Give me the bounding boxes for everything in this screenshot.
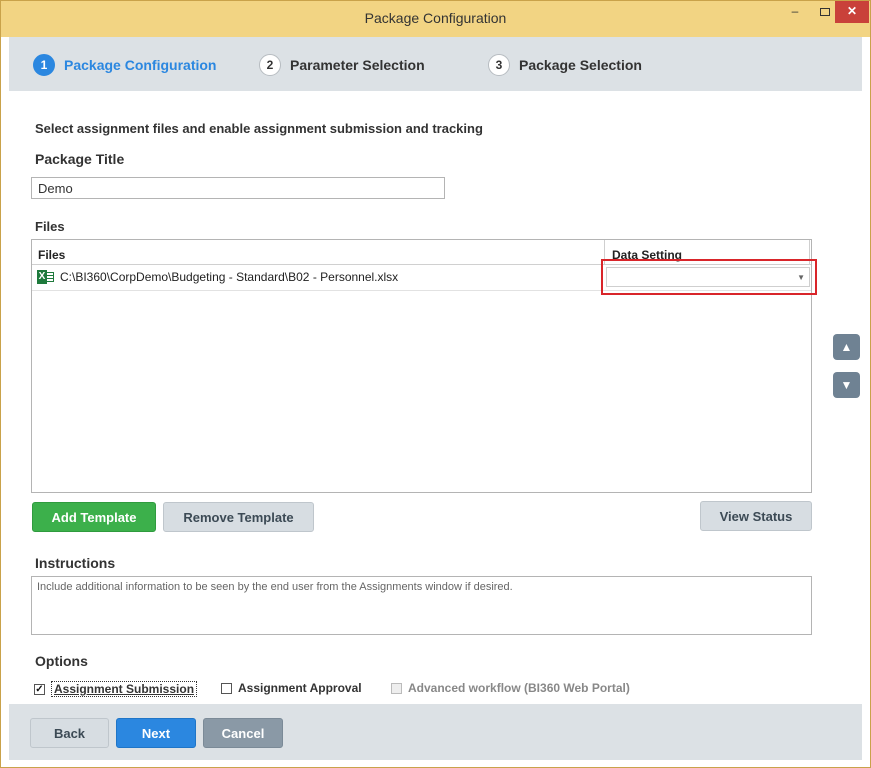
next-button[interactable]: Next [116, 718, 196, 748]
checkbox-unchecked[interactable] [221, 682, 232, 694]
checkbox-checked[interactable]: ✓ [34, 683, 45, 695]
option-assignment-submission[interactable]: ✓ Assignment Submission [34, 681, 198, 697]
option-label: Assignment Approval [238, 681, 362, 695]
step-number-badge: 1 [33, 54, 55, 76]
excel-icon: X [37, 270, 54, 284]
minimize-icon: – [791, 4, 799, 18]
arrow-down-icon: ▼ [840, 378, 853, 392]
add-template-button[interactable]: Add Template [32, 502, 156, 532]
back-button[interactable]: Back [30, 718, 109, 748]
package-title-input[interactable] [31, 177, 445, 199]
title-bar[interactable]: Package Configuration – ✕ [1, 1, 870, 37]
move-up-button[interactable]: ▲ [833, 334, 860, 360]
step-parameter-selection[interactable]: 2 Parameter Selection [259, 54, 425, 76]
close-button[interactable]: ✕ [835, 1, 869, 23]
step-package-selection[interactable]: 3 Package Selection [488, 54, 642, 76]
column-header-files[interactable]: Files [38, 248, 65, 262]
maximize-icon [820, 8, 830, 16]
option-label: Assignment Submission [51, 681, 198, 697]
option-advanced-workflow: Advanced workflow (BI360 Web Portal) [391, 681, 630, 695]
close-icon: ✕ [846, 4, 858, 18]
file-path: C:\BI360\CorpDemo\Budgeting - Standard\B… [60, 270, 399, 284]
step-number-badge: 2 [259, 54, 281, 76]
cancel-button[interactable]: Cancel [203, 718, 283, 748]
option-label: Advanced workflow (BI360 Web Portal) [408, 681, 630, 695]
package-title-label: Package Title [35, 151, 125, 167]
minimize-button[interactable]: – [781, 1, 809, 23]
options-label: Options [35, 653, 88, 669]
step-label: Package Selection [519, 57, 642, 73]
arrow-up-icon: ▲ [840, 340, 853, 354]
instructions-textarea[interactable]: Include additional information to be see… [31, 576, 812, 635]
move-down-button[interactable]: ▼ [833, 372, 860, 398]
step-label: Parameter Selection [290, 57, 425, 73]
remove-template-button[interactable]: Remove Template [163, 502, 314, 532]
package-configuration-window: Package Configuration – ✕ 1 Package Conf… [0, 0, 871, 768]
option-assignment-approval[interactable]: Assignment Approval [221, 681, 362, 695]
view-status-button[interactable]: View Status [700, 501, 812, 531]
checkbox-disabled [391, 682, 402, 694]
step-number-badge: 3 [488, 54, 510, 76]
data-setting-highlight [601, 259, 817, 295]
step-package-configuration[interactable]: 1 Package Configuration [33, 54, 216, 76]
window-title: Package Configuration [364, 10, 507, 26]
intro-text: Select assignment files and enable assig… [35, 121, 483, 136]
instructions-label: Instructions [35, 555, 116, 571]
files-section-label: Files [35, 219, 65, 234]
step-label: Package Configuration [64, 57, 217, 73]
wizard-steps: 1 Package Configuration 2 Parameter Sele… [9, 37, 862, 91]
